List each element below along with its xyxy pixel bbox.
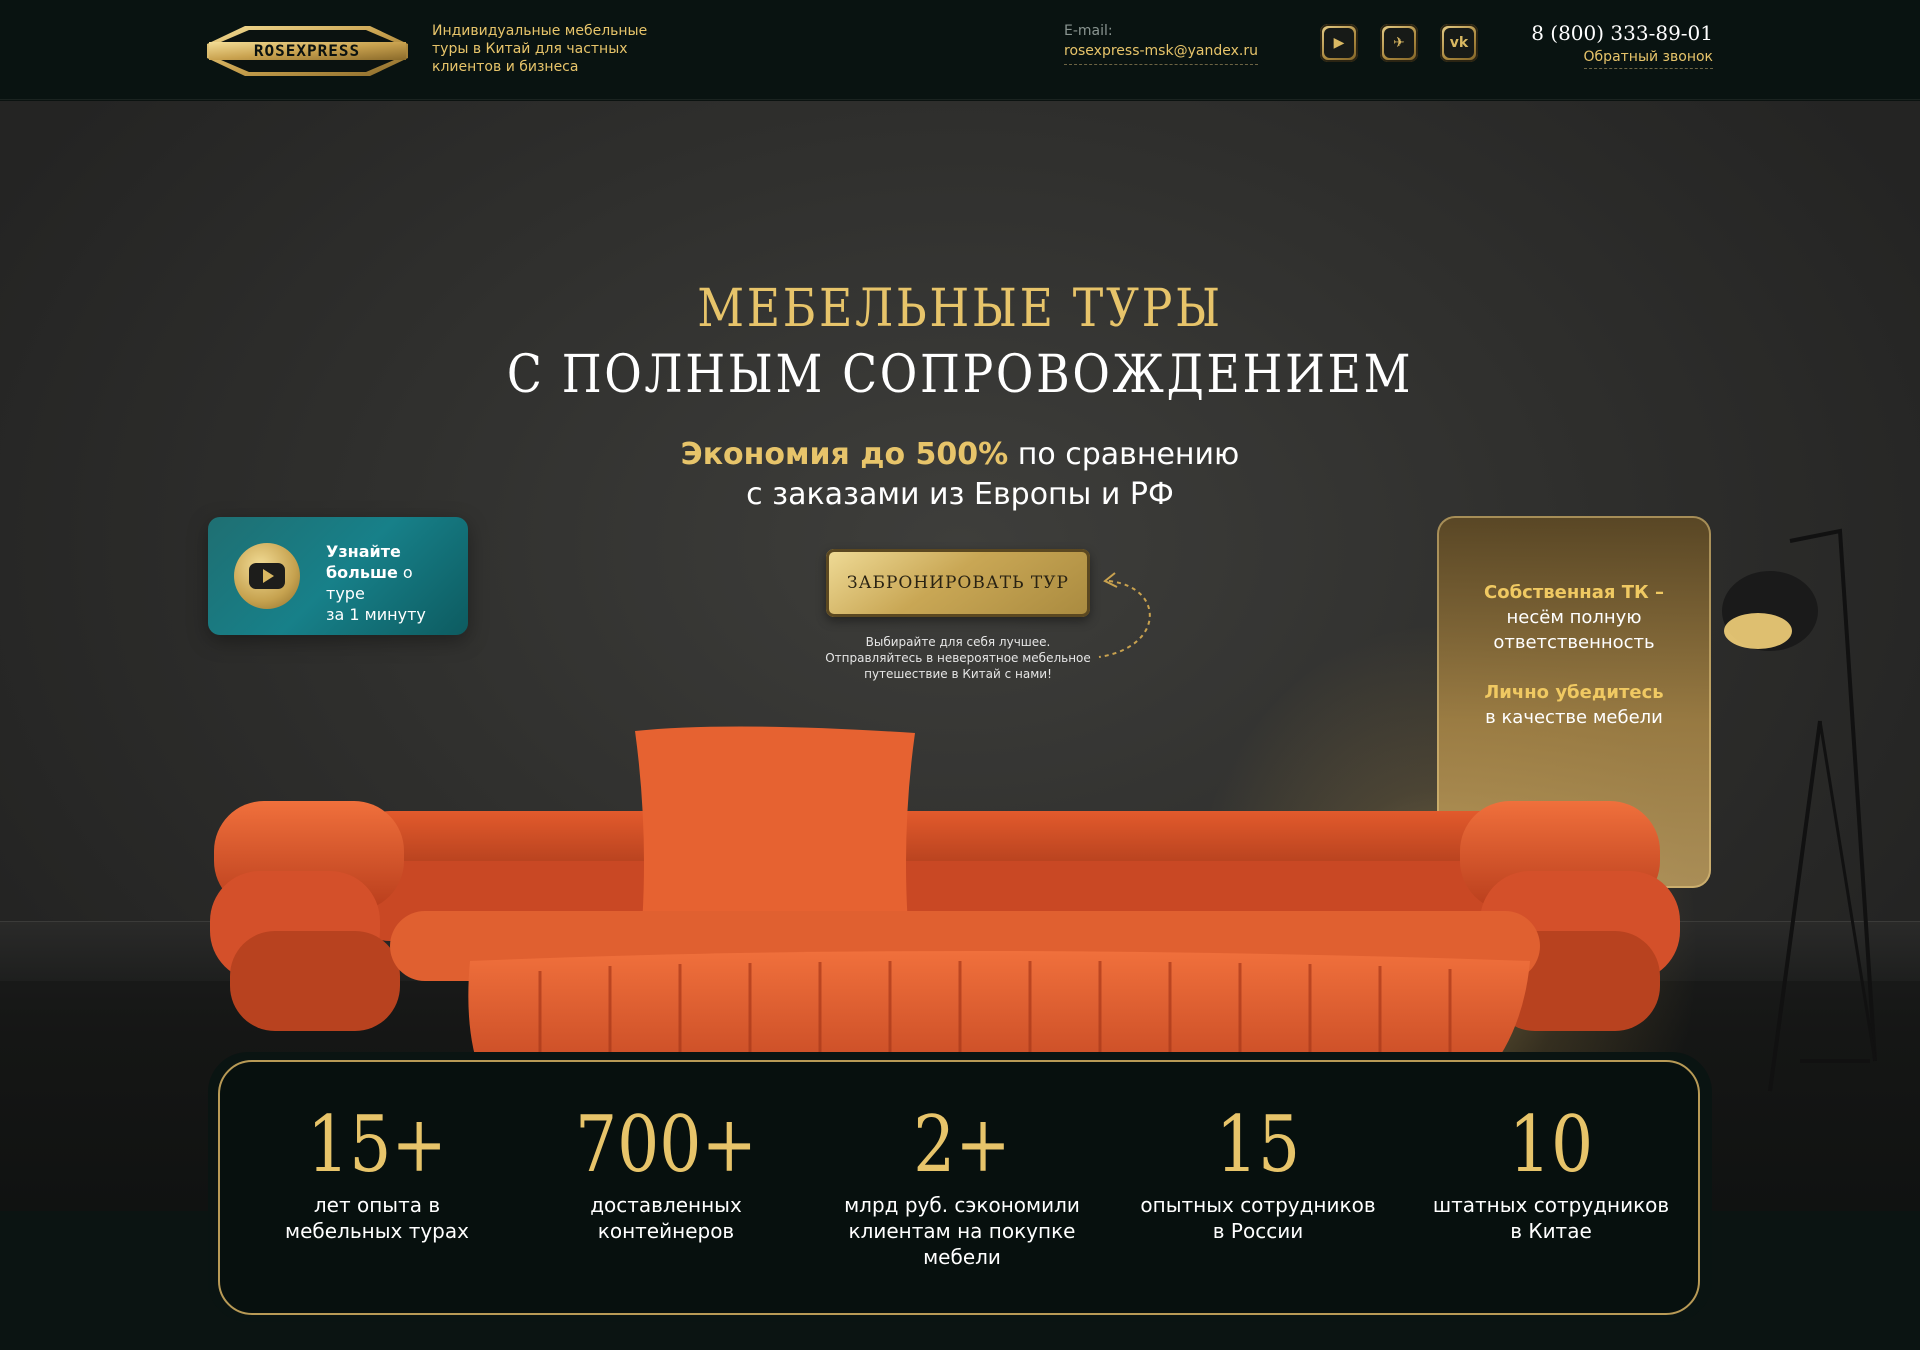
stat-label-line: мебельных турах [285,1219,469,1243]
video-card[interactable]: Узнайте больше о туре за 1 минуту [208,517,468,635]
svg-text:ROSEXPRESS: ROSEXPRESS [254,41,360,60]
card-highlight1: Собственная ТК – [1484,582,1664,603]
stat-label-line: лет опыта в [313,1193,441,1217]
telegram-button[interactable]: ✈ [1380,24,1418,62]
stat-label-line: клиентам на покупке [848,1219,1076,1243]
stat-item: 700+ доставленных контейнеров [521,1102,811,1244]
stat-number: 700+ [574,1100,758,1190]
card-line3: ответственность [1493,632,1655,653]
video-bold1: Узнайте [326,542,401,561]
stat-number: 10 [1508,1100,1594,1190]
stat-label-line: контейнеров [597,1219,735,1243]
site-header: ROSEXPRESS Индивидуальные мебельные туры… [0,0,1920,100]
email-link[interactable]: rosexpress-msk@yandex.ru [1064,41,1258,65]
video-rest3: за 1 минуту [326,605,426,624]
subtitle-highlight: Экономия до 500% [680,437,1009,472]
telegram-icon: ✈ [1384,28,1414,58]
stat-label: лет опыта в мебельных турах [232,1192,522,1244]
rosexpress-logo[interactable]: ROSEXPRESS [205,22,410,80]
vk-button[interactable]: vk [1440,24,1478,62]
stat-label-line: в России [1212,1219,1304,1243]
stat-label-line: мебели [923,1245,1001,1269]
hero-section: МЕБЕЛЬНЫЕ ТУРЫ С ПОЛНЫМ СОПРОВОЖДЕНИЕМ Э… [0,101,1920,1211]
subtitle-rest2: с заказами из Европы и РФ [746,477,1174,512]
phone-block: 8 (800) 333-89-01 Обратный звонок [1530,20,1713,69]
stat-label: штатных сотрудников в Китае [1406,1192,1696,1244]
video-card-text: Узнайте больше о туре за 1 минуту [326,541,456,625]
cta-note-line3: путешествие в Китай с нами! [864,667,1052,681]
social-links: ▶ ✈ vk [1320,24,1478,62]
phone-number[interactable]: 8 (800) 333-89-01 [1530,20,1713,46]
stat-label: опытных сотрудников в России [1113,1192,1403,1244]
vk-icon: vk [1444,28,1474,58]
video-bold2: больше [326,563,398,582]
stat-item: 10 штатных сотрудников в Китае [1406,1102,1696,1244]
card-line2: несём полную [1506,607,1642,628]
stat-label: млрд руб. сэкономили клиентам на покупке… [817,1192,1107,1270]
stat-number: 15+ [307,1100,447,1190]
email-label: E-mail: [1064,23,1113,39]
hero-title-line1: МЕБЕЛЬНЫЕ ТУРЫ [697,279,1223,339]
hero-subtitle: Экономия до 500% по сравнению с заказами… [0,435,1920,515]
stats-panel: 15+ лет опыта в мебельных турах 700+ дос… [218,1060,1700,1315]
stat-item: 15 опытных сотрудников в России [1113,1102,1403,1244]
stat-label-line: млрд руб. сэкономили [844,1193,1080,1217]
cta-note-line2: Отправляйтесь в невероятное мебельное [825,651,1091,665]
video-play-button[interactable] [234,543,300,609]
cta-note-line1: Выбирайте для себя лучшее. [865,635,1051,649]
stat-number: 2+ [913,1100,1011,1190]
play-icon [249,563,285,589]
youtube-button[interactable]: ▶ [1320,24,1358,62]
subtitle-rest1: по сравнению [1008,437,1240,472]
hero-title-line2: С ПОЛНЫМ СОПРОВОЖДЕНИЕМ [506,345,1414,405]
stat-label-line: в Китае [1510,1219,1592,1243]
stat-label-line: опытных сотрудников [1140,1193,1376,1217]
stat-label-line: доставленных [590,1193,742,1217]
stat-label: доставленных контейнеров [521,1192,811,1244]
stat-number: 15 [1215,1100,1301,1190]
cta-note: Выбирайте для себя лучшее. Отправляйтесь… [820,634,1096,682]
youtube-icon: ▶ [1324,28,1354,58]
stat-item: 2+ млрд руб. сэкономили клиентам на поку… [817,1102,1107,1270]
book-tour-button[interactable]: ЗАБРОНИРОВАТЬ ТУР [826,549,1090,617]
email-block: E-mail: rosexpress-msk@yandex.ru [1064,22,1258,65]
card-highlight2: Лично убедитесь [1484,682,1664,703]
curved-arrow-icon [1098,572,1151,658]
callback-link[interactable]: Обратный звонок [1583,48,1713,69]
stat-label-line: штатных сотрудников [1432,1193,1670,1217]
header-tagline: Индивидуальные мебельные туры в Китай дл… [432,23,648,75]
stat-item: 15+ лет опыта в мебельных турах [232,1102,522,1244]
